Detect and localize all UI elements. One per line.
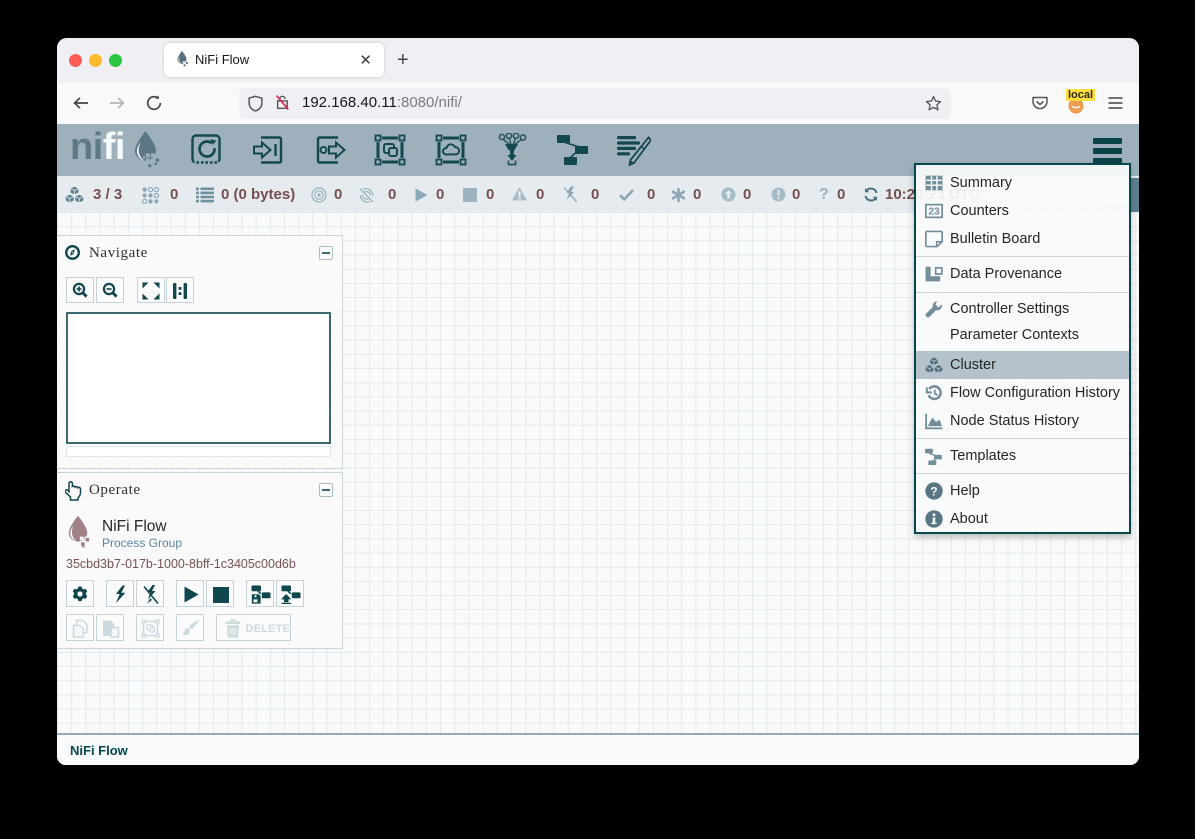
svg-text:?: ?: [930, 484, 937, 498]
svg-text:23: 23: [928, 207, 940, 218]
